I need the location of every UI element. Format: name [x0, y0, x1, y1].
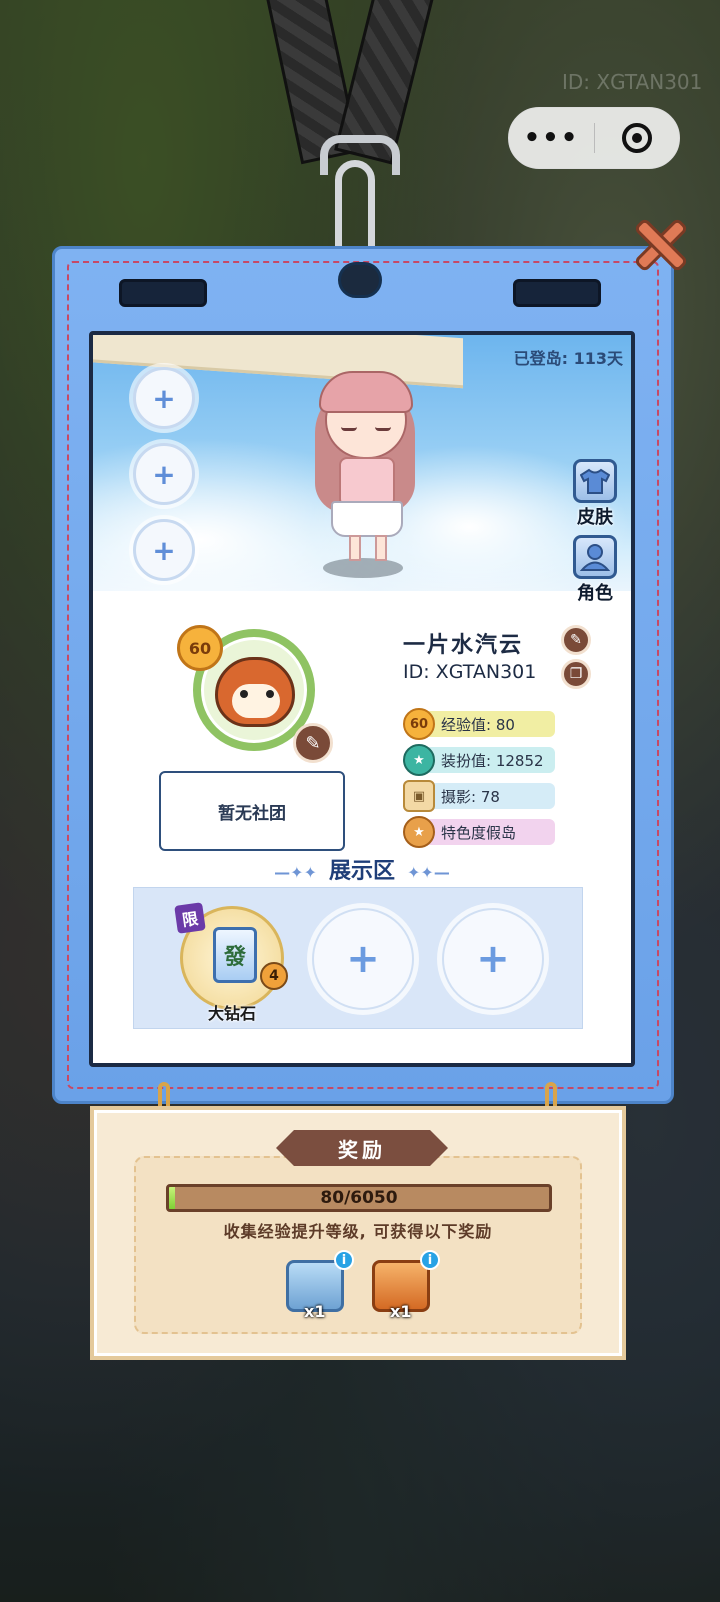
close-button[interactable]: [632, 216, 689, 273]
player-character: [303, 353, 443, 583]
medal-icon: ★: [403, 816, 435, 848]
character-scene: 已登岛: 113天 + + + 皮肤 角色: [93, 335, 631, 604]
more-options-button[interactable]: •••: [509, 123, 594, 153]
limited-tag: 限: [174, 902, 206, 934]
pencil-icon: ✎: [305, 732, 321, 754]
watermark-id: ID: XGTAN301: [562, 70, 703, 94]
pencil-icon: ✎: [570, 632, 582, 648]
stat-photography: 摄影: 78: [423, 783, 555, 809]
mini-program-capsule: •••: [508, 107, 680, 169]
club-box[interactable]: 暂无社团: [159, 771, 345, 851]
edit-avatar-button[interactable]: ✎: [293, 723, 333, 763]
mahjong-tile-icon: 發: [213, 927, 257, 983]
skin-button-label: 皮肤: [577, 507, 613, 528]
reward-content: 80/6050 收集经验提升等级, 可获得以下奖励 x1 i x1 i: [134, 1156, 582, 1334]
stat-experience: 经验值: 80: [423, 711, 555, 737]
empty-decoration-slot[interactable]: +: [133, 443, 195, 505]
shirt-icon: [573, 459, 617, 503]
copy-icon: ❐: [569, 666, 583, 682]
card-slot-left: [119, 279, 207, 307]
reward-description: 收集经验提升等级, 可获得以下奖励: [223, 1222, 493, 1241]
edit-nickname-button[interactable]: ✎: [561, 625, 591, 655]
experience-icon: 60: [403, 708, 435, 740]
stat-island-type: 特色度假岛: [423, 819, 555, 845]
reward-item-energy-box[interactable]: x1 i: [286, 1250, 354, 1321]
reward-count: x1: [304, 1302, 326, 1321]
stat-dress-up: 装扮值: 12852: [423, 747, 555, 773]
role-button[interactable]: 角色: [571, 535, 619, 605]
reward-title: 奖励: [276, 1130, 448, 1166]
role-button-label: 角色: [577, 583, 613, 604]
info-icon[interactable]: i: [420, 1250, 440, 1270]
days-on-island: 已登岛: 113天: [513, 349, 623, 368]
level-badge: 60: [177, 625, 223, 671]
item-count-badge: 4: [260, 962, 288, 990]
star-icon: ★: [403, 744, 435, 776]
card-slot-right: [513, 279, 601, 307]
red-panda-portrait: [215, 657, 295, 727]
player-id: ID: XGTAN301: [403, 661, 537, 683]
empty-decoration-slot[interactable]: +: [133, 367, 195, 429]
heading-decoration-left: —✦✦: [274, 863, 317, 882]
showcase-area: 發 限 4 大钻石 + +: [133, 887, 583, 1029]
skin-button[interactable]: 皮肤: [571, 459, 619, 529]
progress-text: 80/6050: [320, 1188, 398, 1208]
showcase-title: 展示区: [328, 859, 395, 884]
showcase-heading: —✦✦ 展示区 ✦✦—: [93, 853, 631, 885]
info-icon[interactable]: i: [334, 1250, 354, 1270]
exit-mini-program-button[interactable]: [595, 123, 679, 153]
empty-showcase-slot[interactable]: +: [442, 908, 544, 1010]
person-icon: [573, 535, 617, 579]
reward-count: x1: [390, 1302, 412, 1321]
reward-panel: 80/6050 收集经验提升等级, 可获得以下奖励 x1 i x1 i 奖励: [90, 1106, 626, 1360]
card-punch-hole: [338, 262, 382, 298]
reward-item-treasure-chest[interactable]: x1 i: [372, 1250, 440, 1321]
target-icon: [622, 123, 652, 153]
avatar-section: 60 ✎: [177, 625, 333, 763]
player-nickname: 一片水汽云: [403, 633, 524, 658]
copy-id-button[interactable]: ❐: [561, 659, 591, 689]
item-name: 大钻石: [207, 1004, 256, 1023]
photo-icon: ▣: [403, 780, 435, 812]
empty-decoration-slot[interactable]: +: [133, 519, 195, 581]
empty-showcase-slot[interactable]: +: [312, 908, 414, 1010]
experience-progress-bar: 80/6050: [166, 1184, 552, 1212]
id-card: 已登岛: 113天 + + + 皮肤 角色 60 ✎ 暂无社团 一片水汽云 ✎ …: [52, 246, 674, 1104]
heading-decoration-right: ✦✦—: [407, 863, 450, 882]
card-content: 已登岛: 113天 + + + 皮肤 角色 60 ✎ 暂无社团 一片水汽云 ✎ …: [89, 331, 635, 1067]
